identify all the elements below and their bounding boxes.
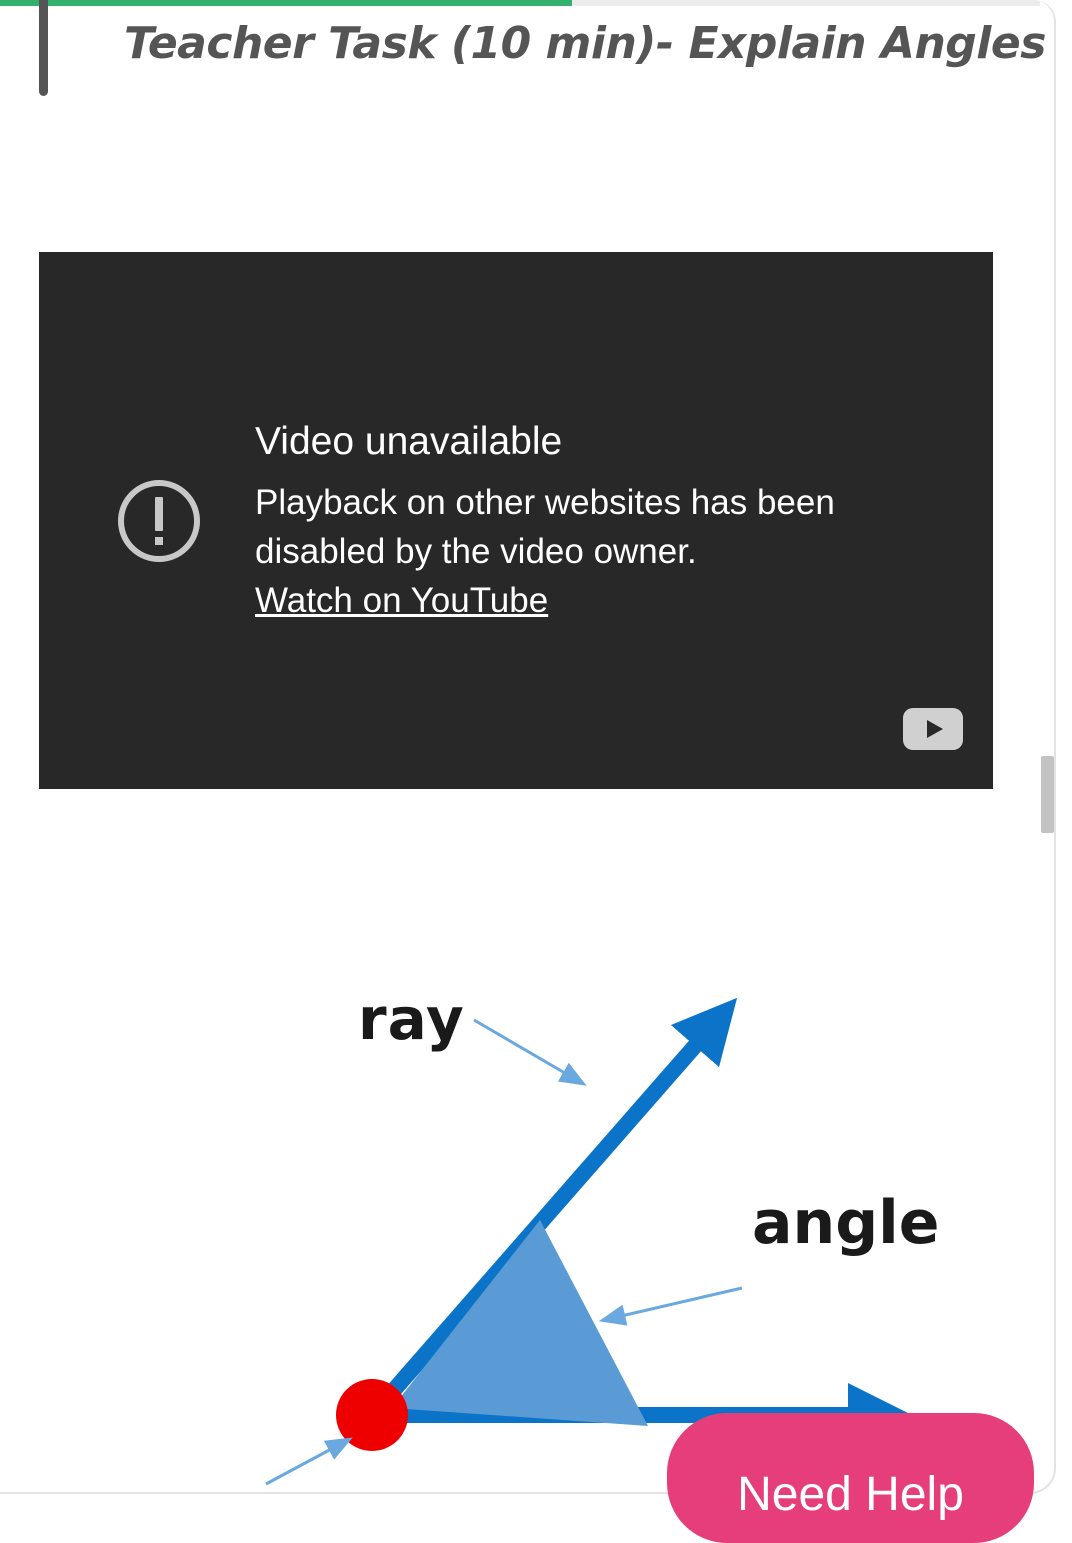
angle-diagram	[265, 997, 912, 1486]
ray-label: ray	[358, 985, 465, 1053]
angle-pointer-arrow	[598, 1286, 743, 1326]
lesson-card: Teacher Task (10 min)- Explain Angles Vi…	[0, 0, 1056, 1494]
angle-label: angle	[752, 1188, 940, 1258]
angle-region	[392, 1220, 648, 1426]
scrollbar-thumb[interactable]	[1041, 756, 1054, 833]
ray-pointer-arrow	[473, 1018, 587, 1086]
need-help-button[interactable]: Need Help	[667, 1413, 1034, 1543]
vertex-pointer-arrow	[265, 1437, 353, 1486]
